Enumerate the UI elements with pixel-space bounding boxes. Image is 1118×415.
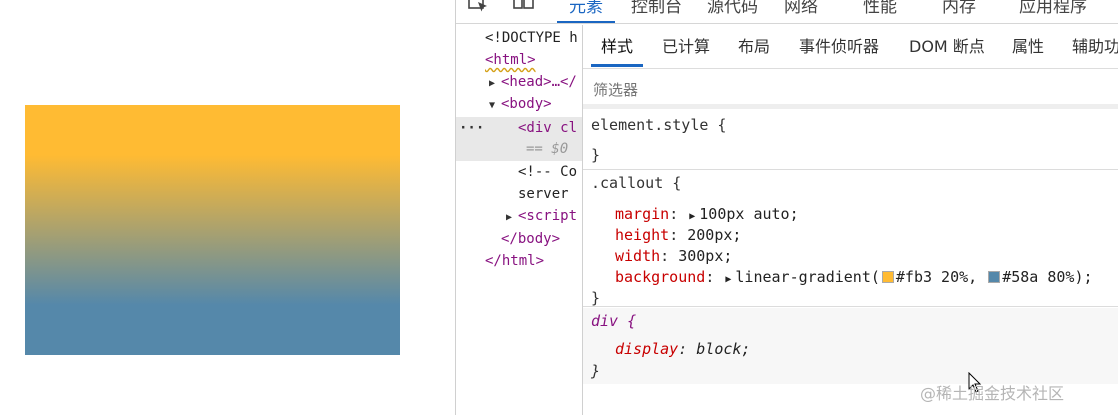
tab-network[interactable]: 网络 <box>784 0 818 23</box>
tab-layout[interactable]: 布局 <box>738 25 770 69</box>
styles-pane: 样式 已计算 布局 事件侦听器 DOM 断点 属性 辅助功 element.st… <box>582 25 1118 415</box>
callout-element[interactable] <box>25 105 400 355</box>
prop-name: height <box>615 226 670 244</box>
expand-triangle-icon[interactable]: ▶ <box>506 207 518 229</box>
colon: : <box>660 247 670 265</box>
tab-performance[interactable]: 性能 <box>863 0 897 23</box>
prop-name: width <box>615 247 661 265</box>
dom-div-callout[interactable]: <div cl <box>518 117 577 139</box>
element-style-selector[interactable]: element.style { <box>591 114 726 136</box>
rule-div-user-agent: div { display: block; } <box>583 308 1118 384</box>
rule-close-brace: } <box>591 146 601 164</box>
styles-filter-input[interactable] <box>593 78 893 102</box>
dom-html-close[interactable]: </html> <box>485 250 544 272</box>
prop-value: 200px; <box>687 226 742 244</box>
dom-tree: <!DOCTYPE h <html> ▶ <head>…</ ▼ <body> ··… <box>456 25 582 415</box>
tab-sources[interactable]: 源代码 <box>707 0 758 23</box>
dom-head[interactable]: ▶ <head>…</ <box>489 71 577 93</box>
prop-background[interactable]: background: ▶ linear-gradient( #fb3 20%, #… <box>615 266 1093 288</box>
tab-styles[interactable]: 样式 <box>590 25 644 69</box>
prop-name: margin <box>615 205 670 223</box>
prop-value: block; <box>696 340 751 358</box>
div-selector-text: div { <box>591 312 637 330</box>
color-swatch-icon[interactable] <box>881 271 894 283</box>
dom-comment-text: server <box>518 186 569 202</box>
collapse-triangle-icon[interactable]: ▼ <box>489 95 501 117</box>
prop-margin[interactable]: margin: ▶ 100px auto; <box>615 203 799 225</box>
rule-close-brace: } <box>591 289 601 307</box>
inspect-element-icon[interactable] <box>466 0 490 14</box>
dom-body[interactable]: ▼ <body> <box>489 93 552 115</box>
rule-callout: .callout { margin: ▶ 100px auto; height: … <box>583 171 1118 307</box>
dom-head-text: <head>…</ <box>501 74 577 90</box>
prop-name: background <box>615 268 706 286</box>
rule-close-brace: } <box>591 362 601 380</box>
color-swatch-icon[interactable] <box>988 271 1001 283</box>
prop-value: 300px; <box>678 247 733 265</box>
dom-body-close[interactable]: </body> <box>501 228 560 250</box>
styles-sub-tabs: 样式 已计算 布局 事件侦听器 DOM 断点 属性 辅助功 <box>583 25 1118 69</box>
device-toolbar-icon[interactable] <box>512 0 536 14</box>
tab-dom-breakpoints[interactable]: DOM 断点 <box>909 25 985 69</box>
colon: : <box>669 226 679 244</box>
tab-accessibility[interactable]: 辅助功 <box>1072 25 1118 69</box>
expand-triangle-icon[interactable]: ▶ <box>489 73 501 95</box>
devtools-main-toolbar: 元素 控制台 源代码 网络 性能 内存 应用程序 <box>456 0 1118 24</box>
dom-doctype[interactable]: <!DOCTYPE h <box>485 27 578 49</box>
watermark: @稀土掘金技术社区 <box>920 384 1065 403</box>
dom-script[interactable]: ▶ <script <box>506 205 577 227</box>
expand-shorthand-icon[interactable]: ▶ <box>725 269 731 291</box>
prop-value: 100px auto; <box>699 205 799 223</box>
gradient-stop-1: #fb3 20%, <box>895 268 978 286</box>
dom-selected-marker: == $0 <box>526 141 569 157</box>
tab-computed[interactable]: 已计算 <box>662 25 710 69</box>
colon: : <box>678 340 688 358</box>
gradient-stop-2: #58a 80%); <box>1002 268 1093 286</box>
node-actions-ellipsis[interactable]: ··· <box>459 117 484 139</box>
tab-event-listeners[interactable]: 事件侦听器 <box>799 25 879 69</box>
gradient-function: linear-gradient( <box>735 268 880 286</box>
rendered-page <box>0 0 455 415</box>
colon: : <box>669 205 679 223</box>
dom-html-open-text: <html> <box>485 52 536 68</box>
colon: : <box>705 268 715 286</box>
prop-height[interactable]: height: 200px; <box>615 224 741 246</box>
devtools-panel: 元素 控制台 源代码 网络 性能 内存 应用程序 <!DOCTYPE h <ht… <box>455 0 1118 415</box>
dom-comment[interactable]: <!-- Co <box>518 161 577 183</box>
dom-html-open[interactable]: <html> <box>485 49 536 71</box>
tab-application[interactable]: 应用程序 <box>1019 0 1087 23</box>
div-selector[interactable]: div { <box>591 310 636 332</box>
tab-memory[interactable]: 内存 <box>942 0 976 23</box>
dom-script-text: <script <box>518 208 578 224</box>
tab-elements[interactable]: 元素 <box>557 0 615 23</box>
tab-console[interactable]: 控制台 <box>631 0 682 23</box>
callout-selector[interactable]: .callout { <box>591 172 681 194</box>
tab-properties[interactable]: 属性 <box>1012 25 1044 69</box>
prop-display: display: block; <box>615 338 750 360</box>
prop-name: display <box>615 340 679 358</box>
rule-element-style: element.style { } <box>583 113 1118 170</box>
prop-width[interactable]: width: 300px; <box>615 245 732 267</box>
dom-body-text: <body> <box>501 96 552 112</box>
filter-row <box>583 71 1118 109</box>
